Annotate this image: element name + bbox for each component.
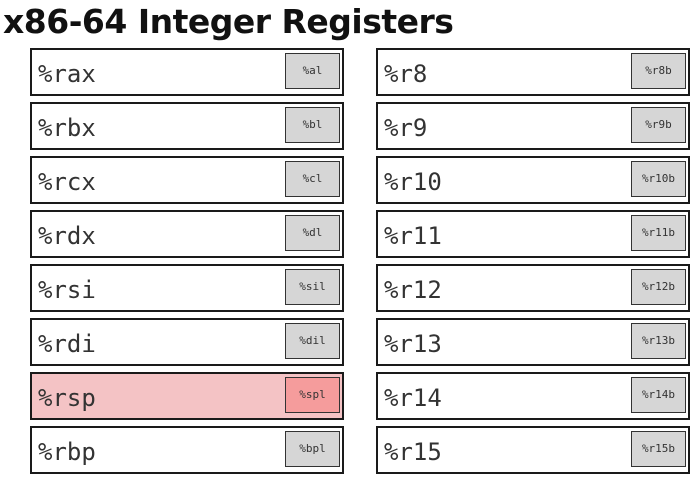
register-name: %r10: [384, 168, 442, 196]
register-name: %rsi: [38, 276, 96, 304]
register-rsp: %rsp %spl: [30, 372, 344, 420]
low-byte-register: %r8b: [631, 53, 686, 89]
register-rcx: %rcx %cl: [30, 156, 344, 204]
low-byte-register: %r14b: [631, 377, 686, 413]
left-register-column: %rax %al %rbx %bl %rcx %cl %rdx %dl %rsi…: [30, 48, 344, 479]
low-byte-register: %bpl: [285, 431, 340, 467]
register-rsi: %rsi %sil: [30, 264, 344, 312]
register-name: %rdx: [38, 222, 96, 250]
register-r11: %r11 %r11b: [376, 210, 690, 258]
register-name: %rcx: [38, 168, 96, 196]
register-rax: %rax %al: [30, 48, 344, 96]
register-name: %rsp: [38, 384, 96, 412]
register-r9: %r9 %r9b: [376, 102, 690, 150]
register-r14: %r14 %r14b: [376, 372, 690, 420]
register-name: %r11: [384, 222, 442, 250]
register-r13: %r13 %r13b: [376, 318, 690, 366]
register-r12: %r12 %r12b: [376, 264, 690, 312]
register-name: %r8: [384, 60, 428, 88]
low-byte-register: %r11b: [631, 215, 686, 251]
low-byte-register: %bl: [285, 107, 340, 143]
register-name: %r15: [384, 438, 442, 466]
register-name: %r14: [384, 384, 442, 412]
low-byte-register: %sil: [285, 269, 340, 305]
low-byte-register: %r15b: [631, 431, 686, 467]
register-name: %rdi: [38, 330, 96, 358]
register-name: %rbx: [38, 114, 96, 142]
register-name: %rbp: [38, 438, 96, 466]
register-name: %r9: [384, 114, 428, 142]
low-byte-register: %cl: [285, 161, 340, 197]
right-register-column: %r8 %r8b %r9 %r9b %r10 %r10b %r11 %r11b …: [376, 48, 690, 479]
register-r8: %r8 %r8b: [376, 48, 690, 96]
register-name: %rax: [38, 60, 96, 88]
low-byte-register: %al: [285, 53, 340, 89]
register-name: %r13: [384, 330, 442, 358]
low-byte-register: %r12b: [631, 269, 686, 305]
register-rdx: %rdx %dl: [30, 210, 344, 258]
low-byte-register: %spl: [285, 377, 340, 413]
register-rbx: %rbx %bl: [30, 102, 344, 150]
register-rbp: %rbp %bpl: [30, 426, 344, 474]
page-title: x86-64 Integer Registers: [3, 2, 454, 41]
register-rdi: %rdi %dil: [30, 318, 344, 366]
low-byte-register: %r10b: [631, 161, 686, 197]
register-name: %r12: [384, 276, 442, 304]
register-r15: %r15 %r15b: [376, 426, 690, 474]
low-byte-register: %dil: [285, 323, 340, 359]
low-byte-register: %r9b: [631, 107, 686, 143]
low-byte-register: %dl: [285, 215, 340, 251]
register-r10: %r10 %r10b: [376, 156, 690, 204]
low-byte-register: %r13b: [631, 323, 686, 359]
